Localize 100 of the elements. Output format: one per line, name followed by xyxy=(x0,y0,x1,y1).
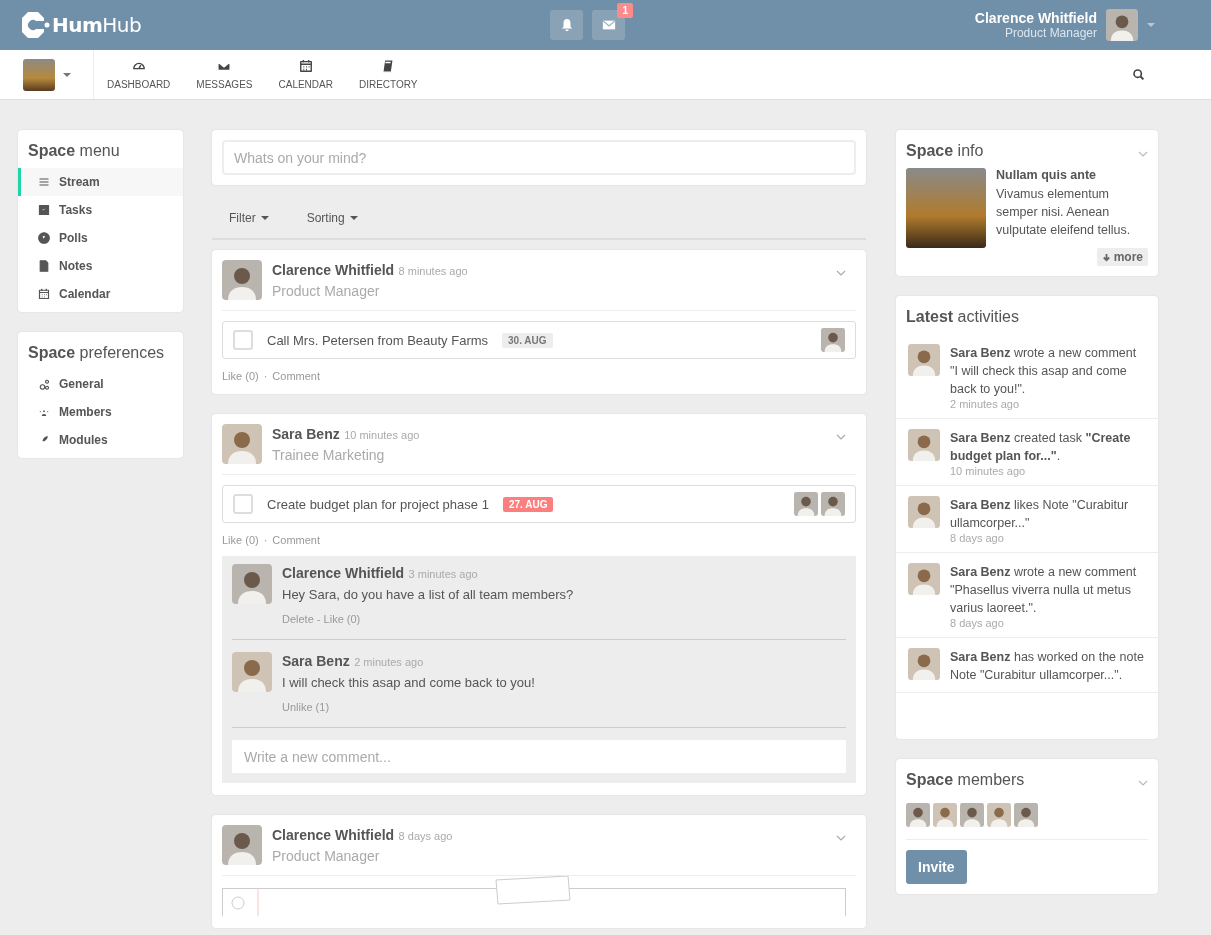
nav-link[interactable]: MESSAGES xyxy=(183,50,266,99)
nav-link[interactable]: DIRECTORY xyxy=(345,50,431,99)
menu-item[interactable]: Polls xyxy=(18,224,183,252)
task-title: Call Mrs. Petersen from Beauty Farms xyxy=(267,332,489,348)
author-role: Trainee Marketing xyxy=(272,447,386,463)
activity-item[interactable]: Sara Benz likes Note "Curabitur ullamcorper..." 8 days ago xyxy=(896,486,1158,553)
avatar xyxy=(908,648,940,680)
author-name[interactable]: Sara Benz xyxy=(272,426,340,442)
author-name[interactable]: Clarence Whitfield xyxy=(272,262,395,278)
avatar xyxy=(821,492,845,516)
calendar-icon xyxy=(38,288,50,300)
space-description: Vivamus elementum semper nisi. Aenean vulputate eleifend tellus. xyxy=(996,186,1132,239)
due-date-badge: 27. AUG xyxy=(502,496,554,512)
activity-text: Sara Benz likes Note "Curabitur ullamcorper..." xyxy=(950,497,1130,532)
author-name[interactable]: Sara Benz xyxy=(282,653,350,669)
question-icon xyxy=(38,232,50,244)
message-count-badge: 1 xyxy=(617,3,633,18)
author-name[interactable]: Clarence Whitfield xyxy=(272,827,395,843)
chevron-down-icon[interactable] xyxy=(1138,780,1148,786)
avatar xyxy=(933,803,957,827)
messages-button[interactable] xyxy=(592,10,625,40)
checkbox[interactable] xyxy=(233,330,253,350)
timestamp: 8 days ago xyxy=(950,617,1005,629)
timestamp: 2 minutes ago xyxy=(950,398,1021,410)
checkbox[interactable] xyxy=(233,494,253,514)
chevron-down-icon[interactable] xyxy=(836,434,846,440)
avatar xyxy=(1014,803,1038,827)
menu-item[interactable]: Notes xyxy=(18,252,183,280)
photo-placeholder[interactable] xyxy=(22,58,55,91)
avatar xyxy=(232,652,272,692)
menu-item[interactable]: Stream xyxy=(18,168,183,196)
author-role: Product Manager xyxy=(272,283,381,299)
nav-link[interactable]: CALENDAR xyxy=(265,50,346,99)
chevron-down-icon[interactable] xyxy=(836,270,846,276)
timestamp: 3 minutes ago xyxy=(408,568,478,580)
menu-item[interactable]: Members xyxy=(18,398,183,426)
dropdown-button[interactable]: Filter xyxy=(217,207,281,229)
avatar xyxy=(1106,9,1138,41)
space-name: Nullam quis ante xyxy=(996,168,1098,182)
user-title: Product Manager xyxy=(1004,26,1097,40)
avatar xyxy=(908,429,940,461)
activity-text: Sara Benz created task "Create budget plan for...". xyxy=(950,430,1132,465)
timestamp: 8 days ago xyxy=(398,830,453,842)
timestamp: 2 minutes ago xyxy=(354,656,424,668)
avatar xyxy=(222,260,262,300)
panel-title: Latest activities xyxy=(905,307,1020,327)
menu-item[interactable]: Tasks xyxy=(18,196,183,224)
timestamp: 10 minutes ago xyxy=(950,465,1027,477)
comment-input-field[interactable]: Write a new comment... xyxy=(232,740,846,773)
menu-item[interactable]: General xyxy=(18,370,183,398)
avatar xyxy=(794,492,818,516)
separator-dot: · xyxy=(263,534,268,546)
separator-dot: · xyxy=(263,370,268,382)
avatar xyxy=(222,424,262,464)
logo-icon xyxy=(20,11,50,39)
menu-item[interactable]: Modules xyxy=(18,426,183,454)
panel-title: Space members xyxy=(905,770,1026,790)
menu-item[interactable]: Calendar xyxy=(18,280,183,308)
timestamp: 8 days ago xyxy=(950,532,1005,544)
activity-item[interactable]: Sara Benz wrote a new comment "Phasellus viverra nulla ut metus varius laoreet.". 8 days ago xyxy=(896,553,1158,638)
arrow-down-icon xyxy=(1101,252,1111,262)
task-title: Create budget plan for project phase 1 xyxy=(267,496,489,512)
more-button[interactable]: more xyxy=(1096,248,1148,266)
avatar xyxy=(906,803,930,827)
avatar xyxy=(987,803,1011,827)
avatar xyxy=(232,564,272,604)
avatar xyxy=(908,563,940,595)
envelope-icon xyxy=(601,18,616,32)
notifications-button[interactable] xyxy=(550,10,583,40)
activity-text: Sara Benz wrote a new comment "Phasellus viverra nulla ut metus varius laoreet.". xyxy=(950,564,1138,617)
chevron-down-icon[interactable] xyxy=(836,835,846,841)
gears-icon xyxy=(38,378,50,390)
calendar-icon xyxy=(298,59,313,73)
document-icon xyxy=(38,260,50,272)
panel-title: Space info xyxy=(905,141,985,161)
activity-text: Sara Benz has worked on the note Note "Curabitur ullamcorper...". xyxy=(950,649,1145,684)
avatar xyxy=(908,496,940,528)
activity-item[interactable]: Sara Benz wrote a new comment "I will check this asap and come back to you!". 2 minutes ago xyxy=(896,334,1158,419)
caret-icon[interactable] xyxy=(62,72,71,77)
chevron-down-icon[interactable] xyxy=(1138,151,1148,157)
bell-icon xyxy=(559,18,574,32)
menu-icon xyxy=(38,176,50,188)
panel-title: Space preferences xyxy=(27,343,166,363)
due-date-badge: 30. AUG xyxy=(502,332,553,348)
search-icon[interactable] xyxy=(1132,68,1145,81)
post-input-field[interactable]: Whats on your mind? xyxy=(222,140,856,175)
caret-icon[interactable] xyxy=(1147,23,1155,27)
activity-item[interactable]: Sara Benz has worked on the note Note "Curabitur ullamcorper...". xyxy=(896,638,1158,693)
book-icon xyxy=(381,59,396,73)
panel-title: Space menu xyxy=(27,141,121,161)
timestamp: 8 minutes ago xyxy=(398,265,468,277)
dropdown-button[interactable]: Sorting xyxy=(294,207,370,229)
activity-item[interactable]: Sara Benz created task "Create budget plan for...". 10 minutes ago xyxy=(896,419,1158,486)
author-role: Product Manager xyxy=(272,848,381,864)
avatar xyxy=(908,344,940,376)
checkbox-icon xyxy=(38,204,50,216)
comment-text: I will check this asap and come back to you! xyxy=(282,675,535,690)
timestamp: 10 minutes ago xyxy=(344,429,420,441)
author-name[interactable]: Clarence Whitfield xyxy=(282,565,405,581)
nav-link[interactable]: DASHBOARD xyxy=(94,50,184,99)
